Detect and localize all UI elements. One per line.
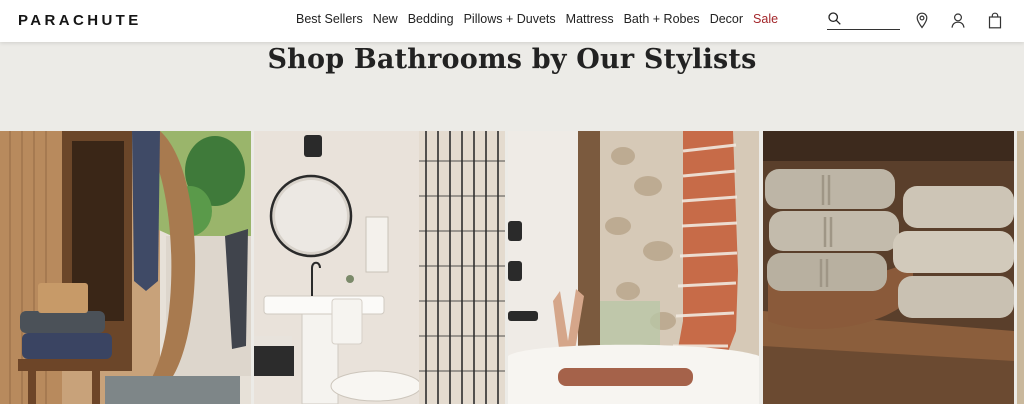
search-box[interactable]: [827, 10, 900, 30]
site-header: PARACHUTE Best Sellers New Bedding Pillo…: [0, 0, 1024, 42]
sauna-scene-image: [0, 131, 251, 404]
towel-shelf-scene-tile[interactable]: [763, 131, 1014, 404]
nav-item-decor[interactable]: Decor: [710, 12, 743, 26]
pedestal-sink-scene-image: [254, 131, 505, 404]
search-icon[interactable]: [828, 12, 841, 25]
main-nav: Best Sellers New Bedding Pillows + Duvet…: [296, 12, 788, 26]
pedestal-sink-scene-tile[interactable]: [254, 131, 505, 404]
account-icon[interactable]: [950, 12, 966, 29]
nav-item-sale[interactable]: Sale: [753, 12, 778, 26]
bathtub-scene-tile[interactable]: [508, 131, 759, 404]
towel-shelf-scene-image: [763, 131, 1014, 404]
location-pin-icon[interactable]: [914, 12, 930, 29]
nav-item-bedding[interactable]: Bedding: [408, 12, 454, 26]
nav-item-pillows-duvets[interactable]: Pillows + Duvets: [464, 12, 556, 26]
section-title: Shop Bathrooms by Our Stylists: [267, 44, 757, 75]
search-input[interactable]: [845, 12, 899, 28]
nav-item-best-sellers[interactable]: Best Sellers: [296, 12, 363, 26]
brand-logo[interactable]: PARACHUTE: [18, 12, 142, 29]
next-tile-peek: [1017, 131, 1024, 404]
nav-item-new[interactable]: New: [373, 12, 398, 26]
bathtub-scene-image: [508, 131, 759, 404]
shopping-bag-icon[interactable]: [987, 12, 1003, 29]
nav-item-bath-robes[interactable]: Bath + Robes: [624, 12, 700, 26]
nav-item-mattress[interactable]: Mattress: [566, 12, 614, 26]
sauna-scene-tile[interactable]: [0, 131, 251, 404]
